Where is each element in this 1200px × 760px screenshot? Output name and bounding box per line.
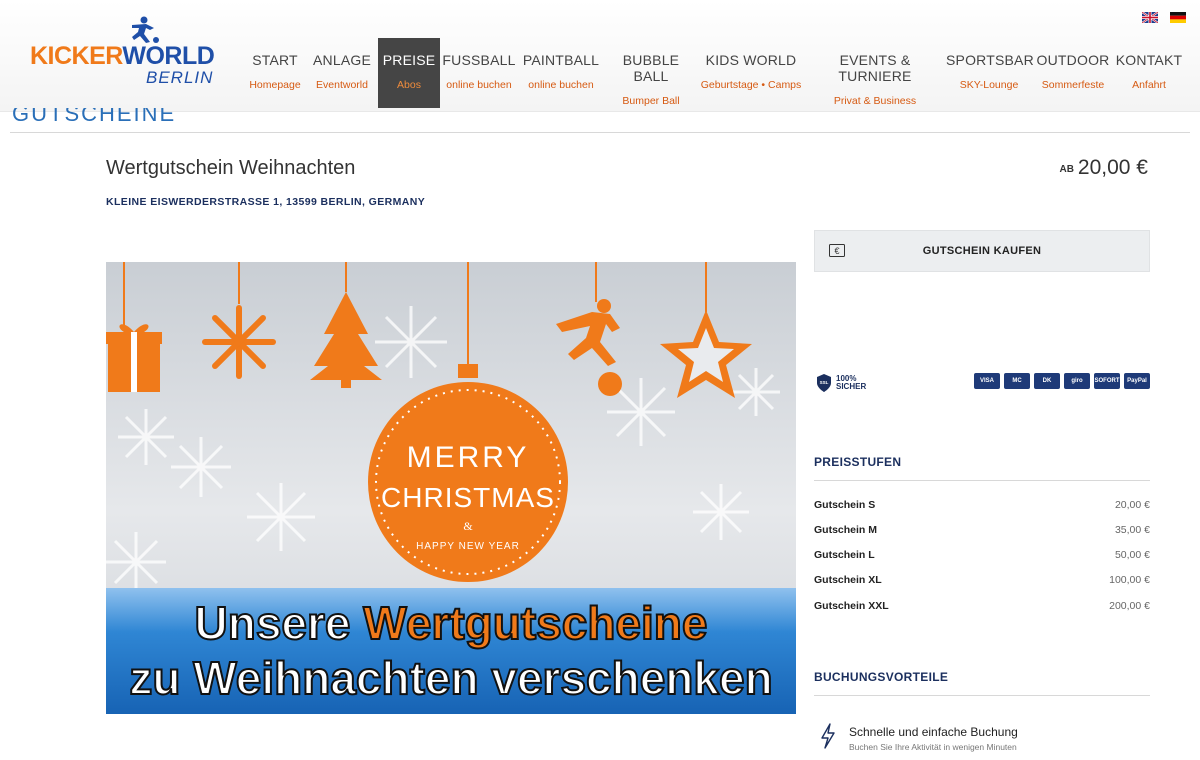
bauble-text-4: HAPPY NEW YEAR — [416, 541, 520, 552]
lightning-icon — [821, 723, 835, 749]
ssl-badge-text: SSL — [820, 380, 829, 385]
nav-kids-world[interactable]: KIDS WORLD Geburtstage • Camps — [698, 38, 804, 108]
gift-ornament — [106, 324, 162, 392]
nav-preise[interactable]: PREISE Abos — [378, 38, 440, 108]
logo-subtitle: BERLIN — [146, 68, 214, 87]
nav-bubble-ball[interactable]: BUBBLE BALL Bumper Ball — [604, 38, 698, 108]
nav-sportsbar[interactable]: SPORTSBAR SKY-Lounge — [946, 38, 1034, 108]
logo-wordmark: KICKERWORLD — [30, 42, 215, 70]
buy-voucher-label: GUTSCHEIN KAUFEN — [922, 245, 1042, 257]
nav-kontakt[interactable]: KONTAKT Anfahrt — [1114, 38, 1184, 108]
product-price: AB 20,00 € — [1059, 156, 1148, 180]
price-tier-row: Gutschein S 20,00 € — [814, 499, 1150, 511]
nav-anlage[interactable]: ANLAGE Eventworld — [306, 38, 378, 108]
payment-methods: VISA MC DK giro SOFORT PayPal — [974, 373, 1150, 389]
nav-fussball[interactable]: FUSSBALL online buchen — [440, 38, 518, 108]
visa-icon: VISA — [974, 373, 1000, 389]
site-header: KICKERWORLD BERLIN START Homepage ANLAGE E… — [0, 0, 1200, 112]
ssl-shield-icon: SSL — [817, 374, 831, 392]
product-address: KLEINE EISWERDERSTRASSE 1, 13599 BERLIN,… — [106, 196, 426, 208]
price-tier-row: Gutschein M 35,00 € — [814, 524, 1150, 536]
nav-events-turniere[interactable]: EVENTS & TURNIERE Privat & Business — [804, 38, 946, 108]
divider — [814, 480, 1150, 481]
bauble-text-1: MERRY — [407, 441, 530, 474]
paypal-icon: PayPal — [1124, 373, 1150, 389]
product-title: Wertgutschein Weihnachten — [106, 157, 356, 179]
giropay-icon: giro — [1064, 373, 1090, 389]
page-section-title: GUTSCHEINE — [12, 108, 177, 122]
advantage-subtitle: Buchen Sie Ihre Aktivität in wenigen Min… — [849, 742, 1017, 752]
price-value: 20,00 € — [1077, 156, 1148, 179]
nav-paintball[interactable]: PAINTBALL online buchen — [518, 38, 604, 108]
main-navigation: START Homepage ANLAGE Eventworld PREISE Abo… — [244, 38, 1184, 108]
hero-headline-2: zu Weihnachten verschenken — [129, 652, 772, 704]
ssl-secure-text: SICHER — [836, 382, 867, 391]
price-tier-row: Gutschein L 50,00 € — [814, 549, 1150, 561]
advantage-title: Schnelle und einfache Buchung — [849, 725, 1018, 739]
sofort-icon: SOFORT — [1094, 373, 1120, 389]
nav-outdoor[interactable]: OUTDOOR Sommerfeste — [1032, 38, 1114, 108]
bauble-text-2: CHRISTMAS — [381, 482, 555, 513]
buy-voucher-button[interactable]: € GUTSCHEIN KAUFEN — [814, 230, 1150, 272]
booking-advantages-heading: BUCHUNGSVORTEILE — [814, 670, 949, 684]
kickerworld-logo[interactable]: KICKERWORLD BERLIN — [30, 16, 215, 92]
hero-headline-1: Unsere Wertgutscheine — [195, 597, 708, 649]
debit-card-icon: DK — [1034, 373, 1060, 389]
bauble-text-3: & — [463, 519, 473, 533]
svg-text:€: € — [834, 246, 839, 256]
mastercard-icon: MC — [1004, 373, 1030, 389]
price-tier-row: Gutschein XXL 200,00 € — [814, 600, 1150, 612]
divider — [814, 695, 1150, 696]
language-switcher — [1142, 12, 1186, 23]
price-tiers-heading: PREISSTUFEN — [814, 455, 902, 469]
euro-card-icon: € — [829, 244, 845, 257]
english-flag-icon[interactable] — [1142, 12, 1158, 23]
divider — [10, 132, 1190, 133]
voucher-hero-image: MERRY CHRISTMAS & HAPPY NEW YEAR Unsere … — [106, 262, 796, 714]
price-tier-row: Gutschein XL 100,00 € — [814, 574, 1150, 586]
nav-start[interactable]: START Homepage — [244, 38, 306, 108]
price-prefix: AB — [1059, 164, 1074, 175]
ssl-secure-badge: SSL 100% SICHER — [816, 373, 866, 393]
german-flag-icon[interactable] — [1170, 12, 1186, 23]
